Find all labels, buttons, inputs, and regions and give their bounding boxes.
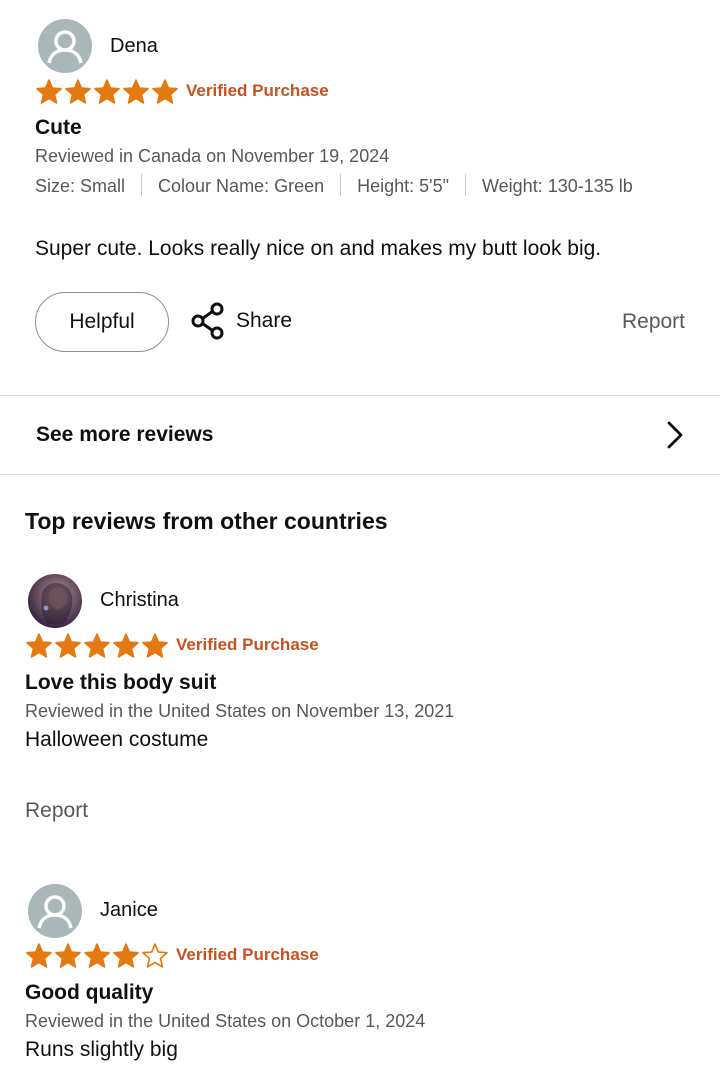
- section-heading: Top reviews from other countries: [25, 508, 388, 534]
- star-filled-icon: [55, 633, 81, 658]
- review-date: Reviewed in the United States on Novembe…: [25, 701, 455, 721]
- star-rating: [25, 632, 169, 660]
- review-title: Cute: [35, 116, 82, 139]
- user-placeholder-icon: [47, 30, 83, 64]
- share-label: Share: [236, 309, 293, 332]
- review-body: Runs slightly big: [25, 1038, 178, 1061]
- review-body: Halloween costume: [25, 728, 209, 751]
- profile-photo-icon: [41, 583, 73, 624]
- attribute-divider: [465, 174, 466, 196]
- share-button[interactable]: Share: [190, 302, 292, 340]
- verified-purchase-badge: Verified Purchase: [176, 945, 319, 964]
- attribute-divider: [340, 174, 342, 196]
- reviewer-name[interactable]: Christina: [100, 589, 179, 612]
- helpful-button[interactable]: Helpful: [35, 292, 169, 352]
- attribute-colour: Colour Name: Green: [158, 176, 325, 196]
- divider: [0, 474, 720, 475]
- star-filled-icon: [84, 633, 110, 658]
- attribute-divider: [141, 174, 143, 196]
- see-more-reviews-row[interactable]: See more reviews: [0, 396, 720, 474]
- user-placeholder-icon: [37, 895, 73, 929]
- attribute-size: Size: Small: [35, 176, 126, 196]
- verified-purchase-badge: Verified Purchase: [176, 635, 319, 654]
- star-filled-icon: [26, 943, 52, 968]
- star-filled-icon: [36, 79, 62, 104]
- reviewer-name[interactable]: Dena: [110, 35, 158, 58]
- avatar[interactable]: [28, 884, 82, 938]
- star-filled-icon: [26, 633, 52, 658]
- avatar[interactable]: [28, 574, 82, 628]
- star-filled-icon: [84, 943, 110, 968]
- verified-purchase-badge: Verified Purchase: [186, 81, 329, 100]
- report-link[interactable]: Report: [622, 310, 685, 334]
- star-rating: [35, 78, 179, 106]
- attribute-weight: Weight: 130-135 lb: [482, 176, 633, 196]
- see-more-reviews-label: See more reviews: [36, 423, 214, 446]
- star-filled-icon: [152, 79, 178, 104]
- report-link[interactable]: Report: [25, 799, 88, 823]
- review-body: Super cute. Looks really nice on and mak…: [35, 237, 602, 260]
- star-rating: [25, 942, 169, 970]
- star-filled-icon: [65, 79, 91, 104]
- review-attributes: Size: Small Colour Name: Green Height: 5'5…: [35, 172, 685, 201]
- attribute-height: Height: 5'5": [357, 176, 449, 196]
- star-filled-icon: [113, 943, 139, 968]
- avatar[interactable]: [38, 19, 92, 73]
- chevron-right-icon: [667, 421, 683, 449]
- share-icon: [191, 302, 224, 340]
- star-filled-icon: [142, 633, 168, 658]
- star-filled-icon: [55, 943, 81, 968]
- review-date: Reviewed in the United States on October…: [25, 1011, 426, 1031]
- review-title: Good quality: [25, 981, 154, 1004]
- star-filled-icon: [123, 79, 149, 104]
- star-filled-icon: [113, 633, 139, 658]
- reviewer-name[interactable]: Janice: [100, 899, 158, 922]
- star-filled-icon: [94, 79, 120, 104]
- review-date: Reviewed in Canada on November 19, 2024: [35, 146, 390, 166]
- review-title: Love this body suit: [25, 671, 217, 694]
- star-empty-icon: [142, 943, 168, 968]
